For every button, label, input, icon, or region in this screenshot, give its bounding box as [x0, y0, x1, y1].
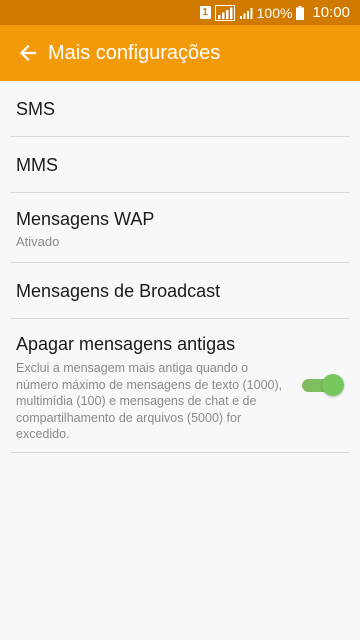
list-item-delete-old[interactable]: Apagar mensagens antigas Exclui a mensag… — [0, 319, 360, 453]
arrow-left-icon — [19, 44, 37, 62]
item-subtitle: Ativado — [16, 234, 60, 249]
status-bar: 1 100% 10:00 — [0, 0, 360, 25]
delete-old-toggle[interactable] — [302, 374, 344, 396]
status-icons: 1 100% 10:00 — [199, 0, 350, 25]
item-title: Mensagens de Broadcast — [16, 281, 221, 301]
item-title: SMS — [16, 99, 56, 119]
battery-icon — [296, 5, 305, 20]
clock: 10:00 — [312, 4, 350, 21]
item-title: Mensagens WAP — [16, 209, 155, 229]
signal-icon — [239, 7, 253, 19]
page-title: Mais configurações — [48, 42, 221, 64]
list-item-wap[interactable]: Mensagens WAP Ativado — [0, 193, 360, 263]
item-title: Apagar mensagens antigas — [16, 334, 236, 354]
app-bar: Mais configurações — [0, 25, 360, 81]
battery-percent: 100% — [256, 4, 293, 21]
list-item-mms[interactable]: MMS — [0, 137, 360, 193]
toggle-knob — [322, 374, 344, 396]
divider — [10, 452, 350, 453]
item-title: MMS — [16, 155, 58, 175]
item-description: Exclui a mensagem mais antiga quando o n… — [16, 361, 283, 441]
sim-icon: 1 — [199, 6, 211, 19]
signal-icon — [214, 4, 235, 21]
list-item-broadcast[interactable]: Mensagens de Broadcast — [0, 263, 360, 319]
settings-list: SMS MMS Mensagens WAP Ativado Mensagens … — [0, 81, 360, 453]
back-button[interactable] — [8, 33, 48, 73]
list-item-sms[interactable]: SMS — [0, 81, 360, 137]
